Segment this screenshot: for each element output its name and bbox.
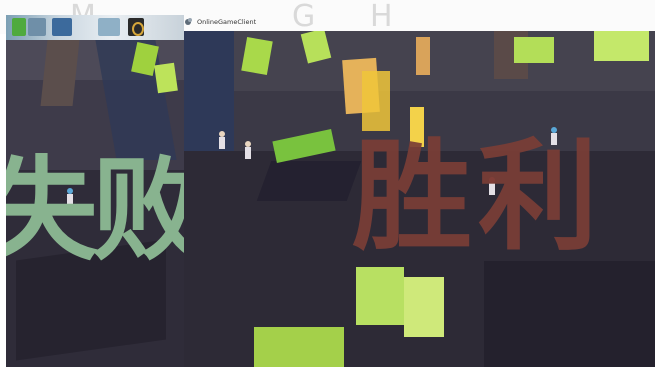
- tree-trunk: [40, 40, 80, 106]
- taskbar-thumbnail-strip: [6, 15, 184, 40]
- defeat-text: 失败: [6, 146, 184, 276]
- game-view-right[interactable]: 胜利: [184, 31, 655, 367]
- background-letter: H: [370, 0, 393, 34]
- app-thumbnail[interactable]: [98, 18, 120, 36]
- npc-character: [244, 141, 252, 159]
- game-view-left[interactable]: 失败: [6, 40, 184, 367]
- app-thumbnail[interactable]: [28, 18, 46, 36]
- rock: [484, 261, 655, 367]
- app-thumbnail[interactable]: [128, 18, 144, 36]
- foliage: [254, 327, 344, 367]
- foliage: [594, 31, 649, 61]
- rock: [256, 161, 362, 201]
- npc-character: [218, 131, 226, 149]
- unity-icon: [185, 18, 193, 26]
- window-title: OnlineGameClient: [197, 18, 257, 26]
- foliage: [356, 267, 404, 325]
- foliage: [514, 37, 554, 63]
- foliage: [404, 277, 444, 337]
- foliage: [154, 62, 178, 94]
- cliff: [184, 31, 234, 171]
- app-thumbnail[interactable]: [12, 18, 26, 36]
- fire-effect: [362, 71, 390, 131]
- window-title-bar[interactable]: OnlineGameClient: [185, 15, 256, 29]
- victory-text: 胜利: [352, 128, 604, 267]
- app-thumbnail[interactable]: [52, 18, 72, 36]
- background-letter: G: [292, 0, 316, 34]
- fence-post: [416, 37, 430, 75]
